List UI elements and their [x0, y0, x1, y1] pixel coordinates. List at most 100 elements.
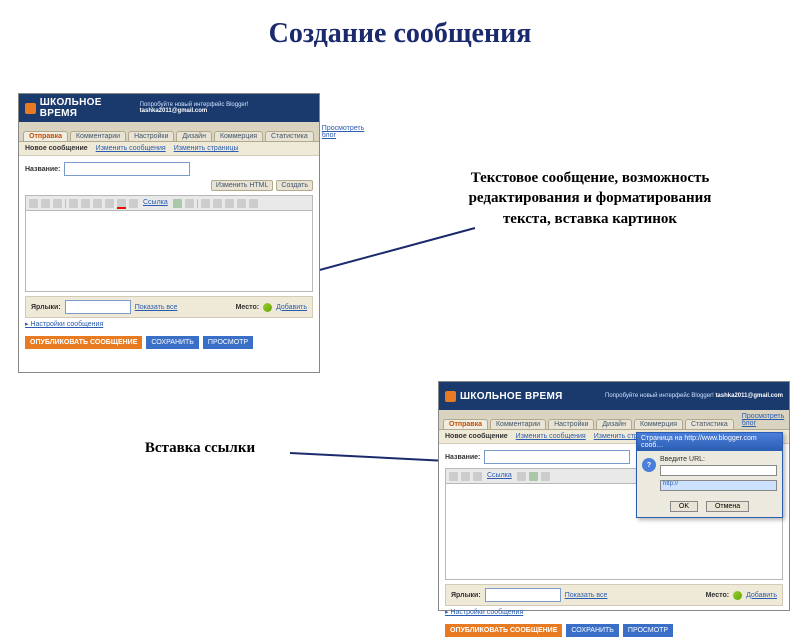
- labels-input[interactable]: [65, 300, 131, 314]
- tab-strip: Отправка Комментарии Настройки Дизайн Ко…: [19, 122, 319, 142]
- list-ol-icon[interactable]: [213, 199, 222, 208]
- header-right: Попробуйте новый интерфейс Blogger! tash…: [140, 102, 313, 114]
- question-icon: ?: [642, 458, 656, 472]
- tab-comments[interactable]: Комментарии: [70, 131, 126, 141]
- user-email: tashka2011@gmail.com: [715, 393, 783, 399]
- italic-icon[interactable]: [473, 472, 482, 481]
- post-settings-label: Настройки сообщения: [30, 321, 103, 328]
- dialog-label: Введите URL:: [660, 456, 777, 463]
- add-location-link[interactable]: Добавить: [276, 304, 307, 311]
- show-all-link[interactable]: Показать все: [135, 304, 178, 311]
- bold-icon[interactable]: [69, 199, 78, 208]
- preview-button[interactable]: ПРОСМОТР: [203, 336, 253, 349]
- blogger-logo-icon: [25, 103, 36, 114]
- header: ШКОЛЬНОЕ ВРЕМЯ Попробуйте новый интерфей…: [19, 94, 319, 122]
- user-email: tashka2011@gmail.com: [140, 108, 208, 114]
- editor-toolbar: Ссылка: [25, 195, 313, 211]
- dialog-cancel-button[interactable]: Отмена: [706, 501, 749, 512]
- preview-button[interactable]: ПРОСМОТР: [623, 624, 673, 637]
- toolbar-sep: [65, 199, 66, 208]
- screenshot-insert-link: ШКОЛЬНОЕ ВРЕМЯ Попробуйте новый интерфей…: [438, 381, 790, 611]
- annotation-text-editor: Текстовое сообщение, возможность редакти…: [460, 168, 720, 229]
- tab-strip: Отправка Комментарии Настройки Дизайн Ко…: [439, 410, 789, 430]
- title-input[interactable]: [64, 162, 190, 176]
- tab-design[interactable]: Дизайн: [596, 419, 632, 429]
- quote-icon[interactable]: [517, 472, 526, 481]
- subtab-new-post[interactable]: Новое сообщение: [445, 433, 508, 440]
- insert-video-icon[interactable]: [185, 199, 194, 208]
- insert-link-icon[interactable]: Ссылка: [485, 472, 514, 481]
- undo-icon[interactable]: [449, 472, 458, 481]
- edit-html-button[interactable]: Изменить HTML: [211, 180, 274, 191]
- font-select-icon[interactable]: [53, 199, 62, 208]
- subtab-strip: Новое сообщение Изменить сообщения Измен…: [19, 142, 319, 156]
- tab-comments[interactable]: Комментарии: [490, 419, 546, 429]
- insert-image-icon[interactable]: [529, 472, 538, 481]
- title-label: Название:: [25, 166, 60, 173]
- insert-video-icon[interactable]: [541, 472, 550, 481]
- highlight-icon[interactable]: [129, 199, 138, 208]
- underline-icon[interactable]: [93, 199, 102, 208]
- remove-format-icon[interactable]: [249, 199, 258, 208]
- location-label: Место:: [236, 304, 259, 311]
- tab-settings[interactable]: Настройки: [128, 131, 174, 141]
- view-blog-link[interactable]: Просмотреть блог: [322, 125, 364, 141]
- insert-image-icon[interactable]: [173, 199, 182, 208]
- header-right: Попробуйте новый интерфейс Blogger! tash…: [605, 393, 783, 399]
- labels-label: Ярлыки:: [451, 592, 481, 599]
- redo-icon[interactable]: [41, 199, 50, 208]
- undo-icon[interactable]: [29, 199, 38, 208]
- add-location-icon[interactable]: [263, 303, 272, 312]
- save-button[interactable]: СОХРАНИТЬ: [566, 624, 619, 637]
- add-location-link[interactable]: Добавить: [746, 592, 777, 599]
- tab-settings[interactable]: Настройки: [548, 419, 594, 429]
- tab-design[interactable]: Дизайн: [176, 131, 212, 141]
- tab-monetize[interactable]: Коммерция: [214, 131, 263, 141]
- tab-stats[interactable]: Статистика: [685, 419, 734, 429]
- publish-button[interactable]: ОПУБЛИКОВАТЬ СООБЩЕНИЕ: [25, 336, 142, 349]
- add-location-icon[interactable]: [733, 591, 742, 600]
- post-settings-label: Настройки сообщения: [450, 609, 523, 616]
- bold-icon[interactable]: [461, 472, 470, 481]
- view-blog-link[interactable]: Просмотреть блог: [742, 413, 785, 429]
- tab-monetize[interactable]: Коммерция: [634, 419, 683, 429]
- text-color-icon[interactable]: [117, 199, 126, 208]
- editor-area[interactable]: [25, 211, 313, 292]
- tab-posting[interactable]: Отправка: [23, 131, 68, 141]
- title-input[interactable]: [484, 450, 630, 464]
- dialog-url-input[interactable]: [660, 465, 777, 476]
- tab-stats[interactable]: Статистика: [265, 131, 314, 141]
- header: ШКОЛЬНОЕ ВРЕМЯ Попробуйте новый интерфей…: [439, 382, 789, 410]
- location-label: Место:: [706, 592, 729, 599]
- save-button[interactable]: СОХРАНИТЬ: [146, 336, 199, 349]
- site-name: ШКОЛЬНОЕ ВРЕМЯ: [40, 97, 140, 119]
- post-settings-link[interactable]: ▸ Настройки сообщения: [445, 606, 783, 618]
- dialog-url-value[interactable]: http://: [660, 480, 777, 491]
- slide-title: Создание сообщения: [0, 18, 800, 50]
- dialog-title: Страница на http://www.blogger.com сооб…: [637, 433, 782, 451]
- blogger-logo-icon: [445, 391, 456, 402]
- insert-link-icon[interactable]: Ссылка: [141, 199, 170, 208]
- screenshot-create-post: ШКОЛЬНОЕ ВРЕМЯ Попробуйте новый интерфей…: [18, 93, 320, 373]
- create-button[interactable]: Создать: [276, 180, 313, 191]
- tab-posting[interactable]: Отправка: [443, 419, 488, 429]
- try-new-link[interactable]: Попробуйте новый интерфейс Blogger!: [605, 393, 714, 399]
- list-ul-icon[interactable]: [225, 199, 234, 208]
- subtab-edit-posts[interactable]: Изменить сообщения: [96, 145, 166, 152]
- quote-icon[interactable]: [237, 199, 246, 208]
- site-name: ШКОЛЬНОЕ ВРЕМЯ: [460, 391, 563, 402]
- title-label: Название:: [445, 454, 480, 461]
- align-icon[interactable]: [201, 199, 210, 208]
- strike-icon[interactable]: [105, 199, 114, 208]
- toolbar-sep: [197, 199, 198, 208]
- dialog-ok-button[interactable]: OK: [670, 501, 698, 512]
- url-prompt-dialog: Страница на http://www.blogger.com сооб……: [636, 432, 783, 518]
- publish-button[interactable]: ОПУБЛИКОВАТЬ СООБЩЕНИЕ: [445, 624, 562, 637]
- labels-label: Ярлыки:: [31, 304, 61, 311]
- subtab-new-post[interactable]: Новое сообщение: [25, 145, 88, 152]
- show-all-link[interactable]: Показать все: [565, 592, 608, 599]
- subtab-edit-posts[interactable]: Изменить сообщения: [516, 433, 586, 440]
- italic-icon[interactable]: [81, 199, 90, 208]
- post-settings-link[interactable]: ▸ Настройки сообщения: [25, 318, 313, 330]
- subtab-edit-pages[interactable]: Изменить страницы: [174, 145, 239, 152]
